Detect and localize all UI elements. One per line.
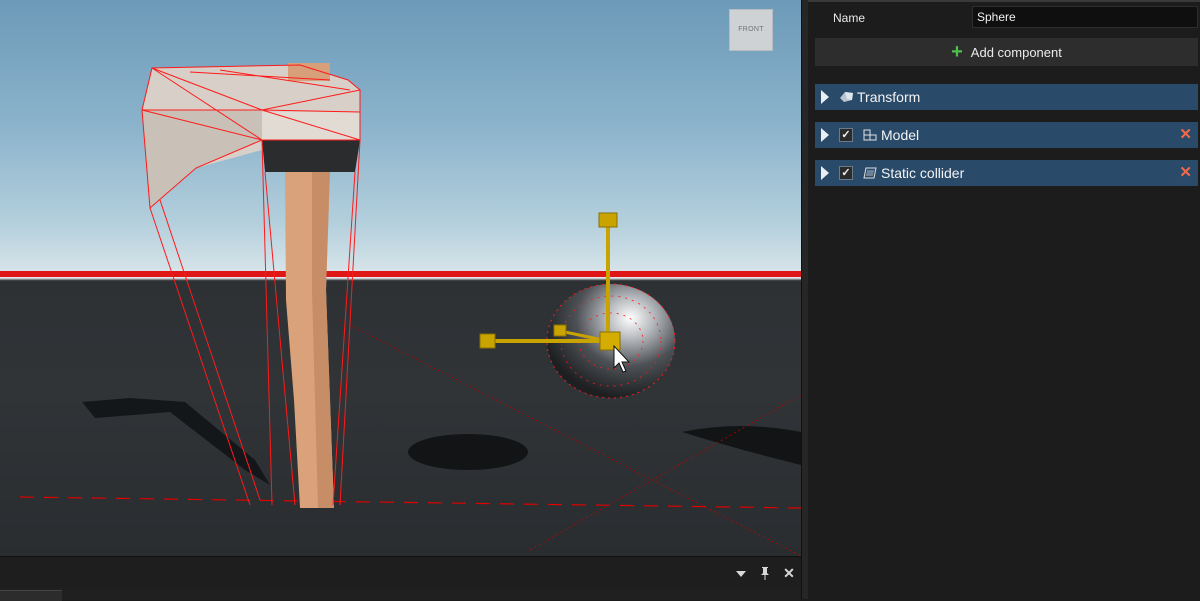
gizmo-x-handle: [479, 333, 496, 349]
gizmo-z-handle: [553, 324, 567, 337]
component-header-model[interactable]: ✓ Model ✕: [815, 122, 1198, 148]
add-component-label: Add component: [970, 44, 1062, 60]
panel-splitter[interactable]: [801, 0, 808, 599]
component-label: Static collider: [881, 165, 965, 181]
expand-arrow-icon[interactable]: [821, 90, 829, 104]
name-label: Name: [833, 11, 866, 25]
model-icon: [863, 129, 877, 141]
gizmo-y-handle: [598, 212, 618, 228]
collider-icon: [863, 167, 877, 179]
scene-viewport[interactable]: FRONT: [0, 0, 801, 556]
gizmo-center-handle: [599, 331, 621, 351]
remove-component-icon[interactable]: ✕: [1179, 126, 1192, 144]
expand-arrow-icon[interactable]: [821, 128, 829, 142]
sphere-shadow: [408, 434, 528, 470]
panel-top-border: [808, 0, 1200, 2]
enable-checkbox[interactable]: ✓: [839, 128, 853, 142]
bottom-dock-panel: ✕: [0, 556, 801, 601]
add-component-button[interactable]: + Add component: [815, 38, 1198, 66]
name-field[interactable]: [972, 6, 1198, 28]
component-label: Transform: [857, 89, 921, 105]
chevron-down-icon[interactable]: [733, 565, 749, 581]
bottom-panel-tab[interactable]: [0, 590, 62, 601]
enable-checkbox[interactable]: ✓: [839, 166, 853, 180]
pin-icon[interactable]: [757, 565, 773, 581]
horizon-selection-line: [0, 271, 801, 277]
expand-arrow-icon[interactable]: [821, 166, 829, 180]
axe-shadow: [82, 398, 270, 485]
remove-component-icon[interactable]: ✕: [1179, 164, 1192, 182]
property-panel: Name + Add component Transform ✓ Model ✕…: [808, 0, 1200, 599]
component-header-transform[interactable]: Transform: [815, 84, 1198, 110]
component-label: Model: [881, 127, 920, 143]
scene-render: [0, 63, 801, 556]
ground-grid-diagonal-2: [529, 394, 801, 551]
object-shadow: [682, 426, 801, 465]
ground-grid-line: [19, 496, 801, 509]
transform-icon: [839, 91, 853, 103]
close-icon[interactable]: ✕: [781, 565, 797, 581]
bottom-panel-header: ✕: [0, 557, 801, 588]
component-header-static-collider[interactable]: ✓ Static collider ✕: [815, 160, 1198, 186]
plus-icon: +: [951, 41, 963, 63]
view-cube[interactable]: FRONT: [729, 9, 773, 51]
